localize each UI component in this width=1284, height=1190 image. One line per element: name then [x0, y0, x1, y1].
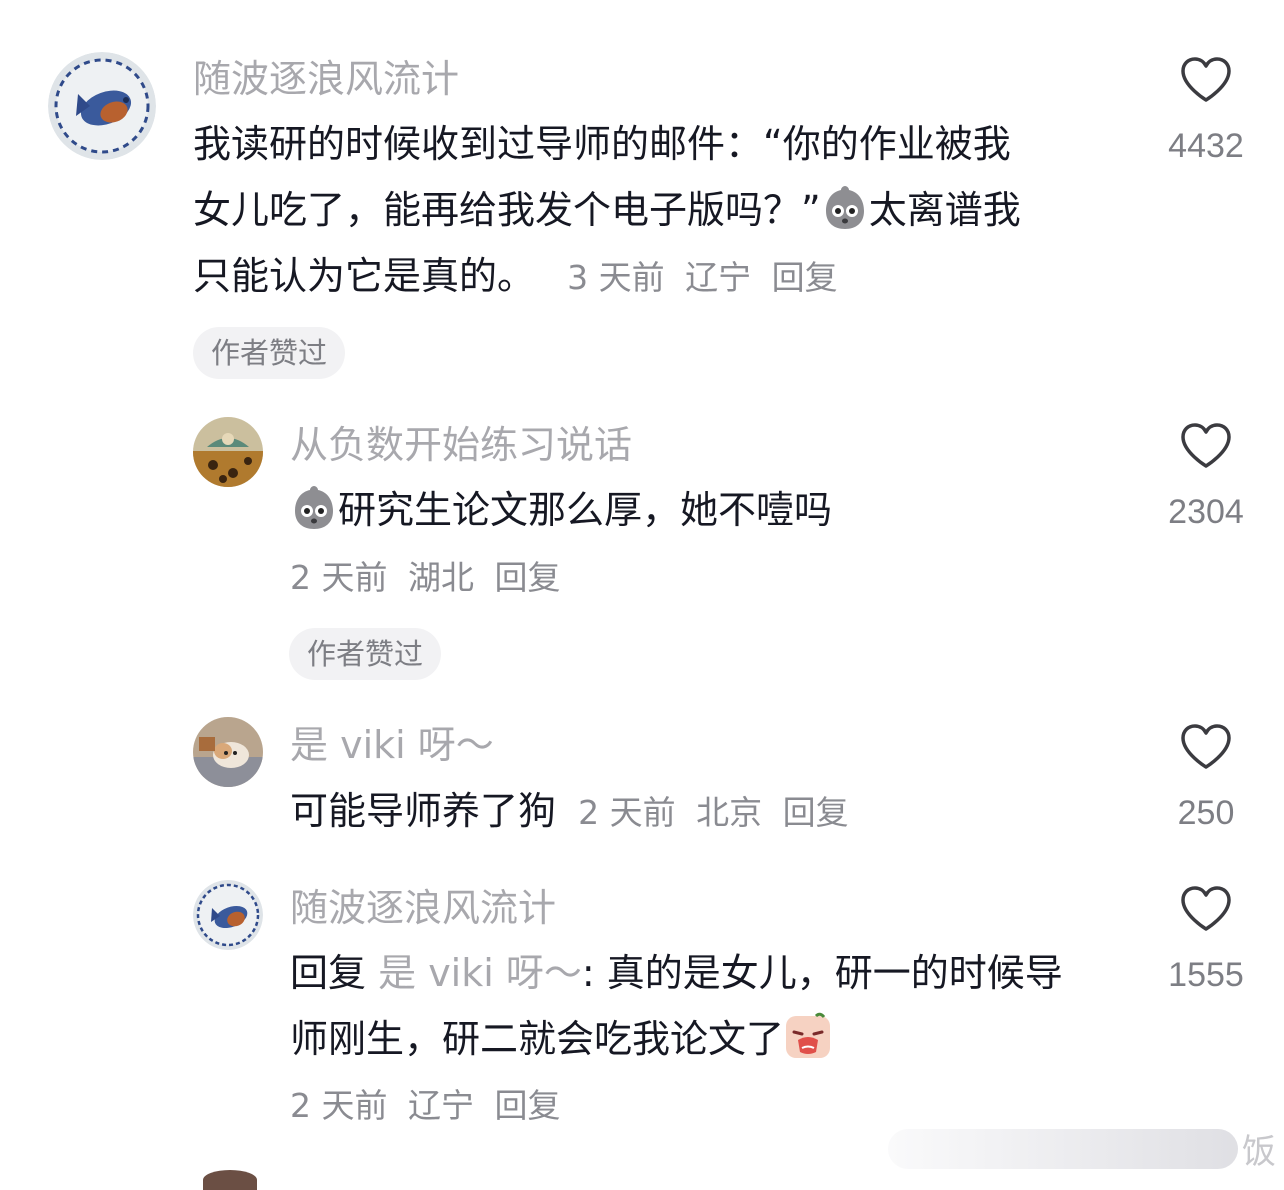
comment-text-line: 我读研的时候收到过导师的邮件：“你的作业被我 [193, 122, 1011, 166]
comment-meta: 3 天前 辽宁 回复 [567, 258, 848, 297]
username[interactable]: 随波逐浪风流计 [193, 54, 459, 104]
comment-time: 3 天前 [567, 258, 665, 297]
comment-text-segment: : 真的是女儿，研一的时候导 [581, 951, 1063, 995]
comment-location: 北京 [696, 793, 763, 832]
watermark-text: 饭 [1242, 1132, 1276, 1172]
heart-outline-icon [1181, 724, 1231, 769]
reply-prefix: 回复 [290, 951, 367, 995]
comment-meta: 2 天前 湖北 回复 [290, 553, 571, 603]
username[interactable]: 随波逐浪风流计 [290, 883, 556, 933]
comment-location: 辽宁 [408, 1086, 474, 1125]
comment-meta: 2 天前 北京 回复 [578, 793, 859, 832]
comment-meta: 2 天前 辽宁 回复 [290, 1081, 571, 1131]
like-button[interactable]: 250 [1151, 723, 1261, 835]
avatar[interactable] [193, 417, 263, 487]
comment-text-line: 回复 是 viki 呀～: 真的是女儿，研一的时候导 [290, 940, 1140, 1006]
watermark-bar [888, 1128, 1238, 1169]
like-count: 4432 [1168, 127, 1244, 165]
like-count: 1555 [1168, 956, 1244, 994]
comment-time: 2 天前 [290, 558, 388, 597]
comment-text-line: 只能认为它是真的。 3 天前 辽宁 回复 [193, 243, 1123, 311]
mention-link[interactable]: 是 viki 呀～ [378, 951, 582, 995]
avatar[interactable] [193, 880, 263, 950]
comment-time: 2 天前 [290, 1086, 388, 1125]
comment-text-segment: 研究生论文那么厚，她不噎吗 [338, 488, 833, 532]
username[interactable]: 是 viki 呀～ [290, 720, 494, 770]
avatar[interactable] [193, 717, 263, 787]
reply-button[interactable]: 回复 [783, 793, 849, 832]
shocked-face-emoji [821, 183, 869, 231]
comment-location: 辽宁 [685, 258, 752, 297]
comment-location: 湖北 [408, 558, 474, 597]
heart-outline-icon [1181, 57, 1231, 102]
author-liked-badge: 作者赞过 [289, 628, 442, 680]
heart-outline-icon [1181, 886, 1231, 931]
like-button[interactable]: 2304 [1151, 422, 1261, 534]
comment-text: 我读研的时候收到过导师的邮件：“你的作业被我 女儿吃了，能再给我发个电子版吗？”… [193, 111, 1123, 311]
reply-button[interactable]: 回复 [495, 1086, 561, 1125]
heart-outline-icon [1181, 423, 1231, 468]
comment-text-segment: 太离谱我 [868, 188, 1021, 232]
watermark: 饭 [888, 1124, 1276, 1173]
avatar[interactable] [203, 1170, 257, 1190]
comment-text: 回复 是 viki 呀～: 真的是女儿，研一的时候导 师刚生，研二就会吃我论文了 [290, 940, 1140, 1072]
username[interactable]: 从负数开始练习说话 [290, 420, 632, 470]
like-button[interactable]: 1555 [1151, 885, 1261, 997]
like-button[interactable]: 4432 [1151, 56, 1261, 168]
shocked-face-emoji [290, 483, 338, 531]
crying-face-emoji [784, 1012, 832, 1060]
comment-text-segment: 可能导师养了狗 [290, 789, 557, 833]
comment-text-line: 师刚生，研二就会吃我论文了 [290, 1006, 1140, 1072]
reply-button[interactable]: 回复 [495, 558, 561, 597]
comment-text: 研究生论文那么厚，她不噎吗 [290, 477, 1140, 543]
avatar[interactable] [48, 52, 156, 160]
like-count: 2304 [1168, 493, 1244, 531]
comment-text: 可能导师养了狗 2 天前 北京 回复 [290, 778, 1140, 846]
comment-text-segment: 只能认为它是真的。 [193, 254, 536, 298]
comment-text-line: 女儿吃了，能再给我发个电子版吗？” 太离谱我 [193, 177, 1123, 243]
comment-text-segment: 女儿吃了，能再给我发个电子版吗？” [193, 188, 821, 232]
comment-text-segment: 师刚生，研二就会吃我论文了 [290, 1017, 785, 1061]
author-liked-badge: 作者赞过 [193, 327, 346, 379]
comment-time: 2 天前 [578, 793, 676, 832]
reply-button[interactable]: 回复 [772, 258, 838, 297]
like-count: 250 [1177, 794, 1235, 832]
